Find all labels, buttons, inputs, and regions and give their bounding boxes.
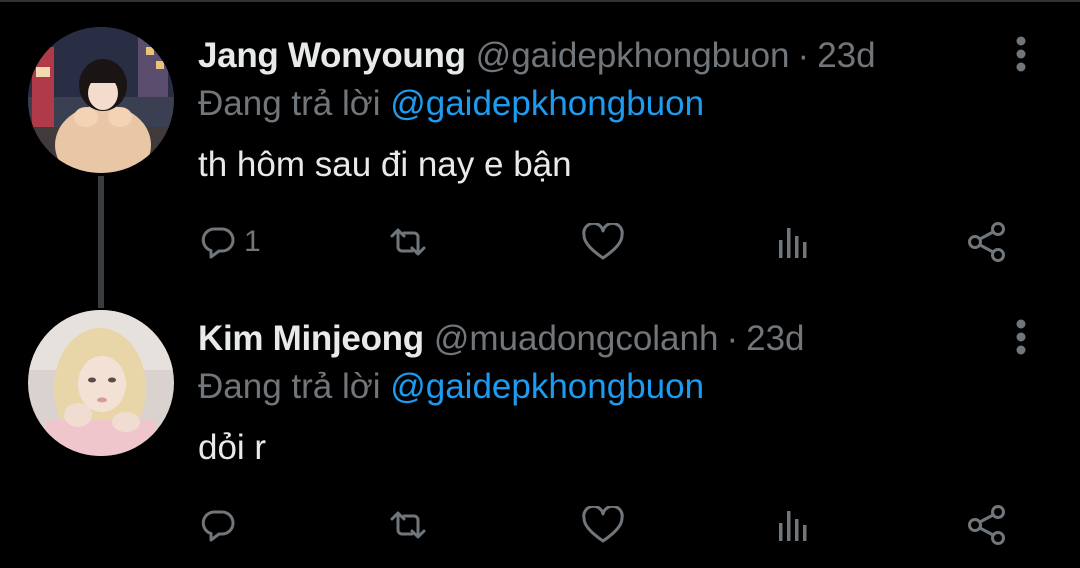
retweet-button[interactable]	[386, 220, 430, 264]
views-icon	[779, 511, 807, 541]
tweet-header: Jang Wonyoung @gaidepkhongbuon · 23d	[198, 34, 876, 78]
replying-to: Đang trả lời @gaidepkhongbuon	[198, 365, 704, 409]
more-options-button[interactable]	[1006, 319, 1036, 355]
views-button[interactable]	[776, 220, 812, 264]
more-icon	[1016, 319, 1026, 355]
avatar[interactable]	[28, 27, 174, 173]
timestamp[interactable]: 23d	[746, 317, 804, 361]
tweet-header: Kim Minjeong @muadongcolanh · 23d	[198, 317, 805, 361]
separator-dot: ·	[797, 36, 810, 75]
tweet-actions: 1	[198, 220, 1018, 264]
timestamp[interactable]: 23d	[817, 34, 875, 78]
views-button[interactable]	[776, 503, 812, 547]
tweet-text: th hôm sau đi nay e bận	[198, 145, 572, 184]
avatar-photo	[28, 27, 174, 173]
like-button[interactable]	[582, 220, 624, 264]
avatar-photo	[28, 310, 174, 456]
display-name[interactable]: Kim Minjeong	[198, 317, 424, 361]
display-name[interactable]: Jang Wonyoung	[198, 34, 466, 78]
share-icon	[968, 222, 1005, 262]
like-icon	[582, 223, 624, 260]
replying-to: Đang trả lời @gaidepkhongbuon	[198, 82, 704, 126]
tweet-text: dỏi r	[198, 428, 267, 467]
share-button[interactable]	[966, 220, 1008, 264]
share-icon	[968, 505, 1005, 545]
replying-to-mention[interactable]: @gaidepkhongbuon	[390, 367, 704, 406]
tweet[interactable]: Jang Wonyoung @gaidepkhongbuon · 23d Đan…	[0, 2, 1080, 285]
user-handle[interactable]: @muadongcolanh	[434, 317, 719, 361]
share-button[interactable]	[966, 503, 1008, 547]
tweet[interactable]: Kim Minjeong @muadongcolanh · 23d Đang t…	[0, 285, 1080, 568]
user-handle[interactable]: @gaidepkhongbuon	[476, 34, 790, 78]
separator-dot: ·	[726, 319, 739, 358]
views-icon	[779, 228, 807, 258]
reply-count: 1	[244, 225, 261, 258]
avatar[interactable]	[28, 310, 174, 456]
retweet-button[interactable]	[386, 503, 430, 547]
more-options-button[interactable]	[1006, 36, 1036, 72]
like-button[interactable]	[582, 503, 624, 547]
replying-to-mention[interactable]: @gaidepkhongbuon	[390, 84, 704, 123]
retweet-icon	[390, 511, 426, 539]
replying-to-label: Đang trả lời	[198, 367, 381, 406]
like-icon	[582, 506, 624, 543]
reply-icon	[201, 227, 235, 259]
reply-icon	[201, 510, 235, 542]
retweet-icon	[390, 228, 426, 256]
reply-button[interactable]: 1	[200, 220, 261, 264]
replying-to-label: Đang trả lời	[198, 84, 381, 123]
reply-button[interactable]	[200, 503, 244, 547]
tweet-actions	[198, 503, 1018, 547]
more-icon	[1016, 36, 1026, 72]
